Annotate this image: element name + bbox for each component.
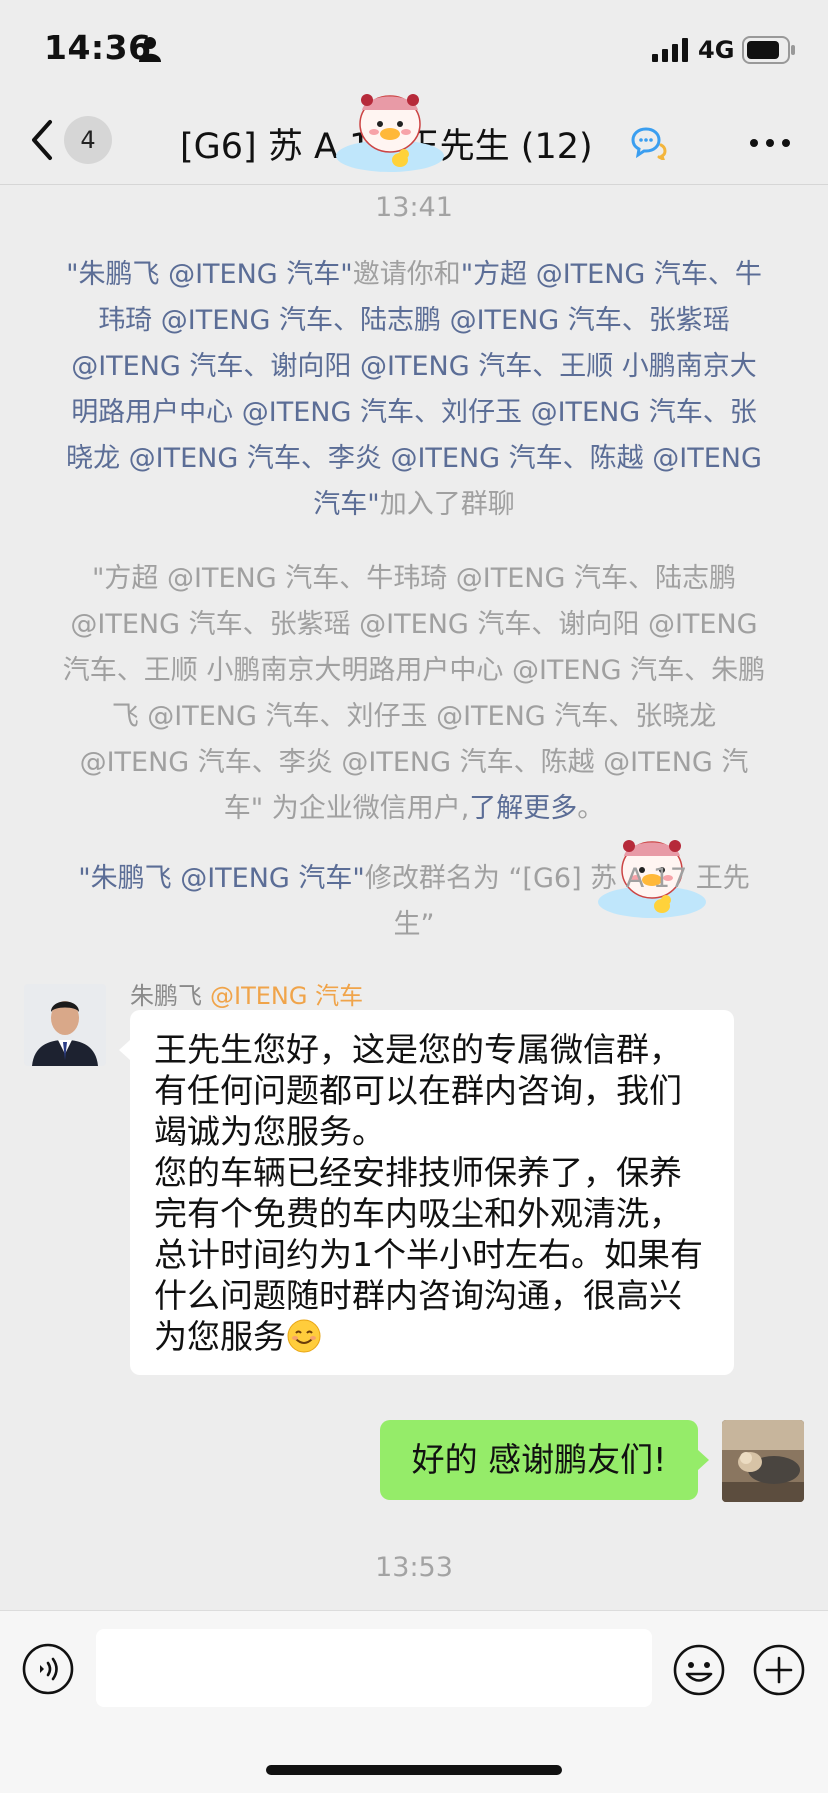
signal-icon [652, 38, 688, 62]
unread-count-badge[interactable]: 4 [64, 116, 112, 164]
cartoon-sticker-icon [336, 94, 444, 172]
plus-circle-icon[interactable] [752, 1643, 806, 1697]
person-photo [24, 984, 106, 1066]
network-label: 4G [698, 36, 735, 64]
sender-name-text: 朱鹏飞 [130, 982, 202, 1010]
outgoing-message-bubble[interactable]: 好的 感谢鹏友们! [380, 1420, 709, 1500]
person-icon [139, 37, 161, 62]
sender-org: @ITENG 汽车 [210, 982, 364, 1010]
system-message-join: "朱鹏飞 @ITENG 汽车"邀请你和"方超 @ITENG 汽车、牛玮琦 @IT… [62, 252, 766, 528]
system-text: 。 [577, 793, 605, 824]
incoming-message-text: 王先生您好，这是您的专属微信群，有任何问题都可以在群内咨询，我们竭诚为您服务。 … [154, 1030, 703, 1356]
system-text: "方超 @ITENG 汽车、牛玮琦 @ITENG 汽车、陆志鹏 @ITENG 汽… [62, 563, 766, 824]
voice-icon[interactable] [22, 1643, 74, 1695]
timestamp: 13:41 [375, 192, 453, 223]
system-message-enterprise: "方超 @ITENG 汽车、牛玮琦 @ITENG 汽车、陆志鹏 @ITENG 汽… [62, 556, 766, 832]
system-text: 修改群名为 “[G6] 苏 A 17 王先生” [364, 863, 750, 940]
sender-name: 朱鹏飞 @ITENG 汽车 [130, 976, 363, 1011]
battery-icon [742, 36, 795, 64]
smile-emoji-icon [287, 1319, 321, 1353]
learn-more-link[interactable]: 了解更多 [469, 793, 577, 824]
outgoing-message-text: 好的 感谢鹏友们! [411, 1440, 667, 1479]
system-text: 加入了群聊 [379, 489, 515, 520]
home-indicator [266, 1765, 562, 1775]
actor-name[interactable]: "朱鹏飞 @ITENG 汽车" [78, 863, 365, 894]
message-input[interactable] [96, 1629, 652, 1707]
more-dots-icon[interactable] [748, 136, 792, 150]
invitee-names[interactable]: "方超 @ITENG 汽车、牛玮琦 @ITENG 汽车、陆志鹏 @ITENG 汽… [66, 259, 762, 520]
cat-photo [722, 1420, 804, 1502]
inviter-name[interactable]: "朱鹏飞 @ITENG 汽车" [66, 259, 353, 290]
timestamp: 13:53 [375, 1552, 453, 1583]
group-chat-icon [631, 127, 667, 160]
status-time: 14:36 [44, 28, 152, 67]
my-avatar[interactable] [722, 1420, 804, 1502]
chevron-left-icon[interactable] [28, 118, 58, 162]
incoming-message-bubble[interactable]: 王先生您好，这是您的专属微信群，有任何问题都可以在群内咨询，我们竭诚为您服务。 … [119, 1010, 734, 1375]
input-bar [0, 1610, 828, 1793]
avatar[interactable] [24, 984, 106, 1066]
emoji-icon[interactable] [672, 1643, 726, 1697]
system-text: 邀请你和 [352, 259, 461, 290]
system-message-rename: "朱鹏飞 @ITENG 汽车"修改群名为 “[G6] 苏 A 17 王先生” [62, 856, 766, 948]
